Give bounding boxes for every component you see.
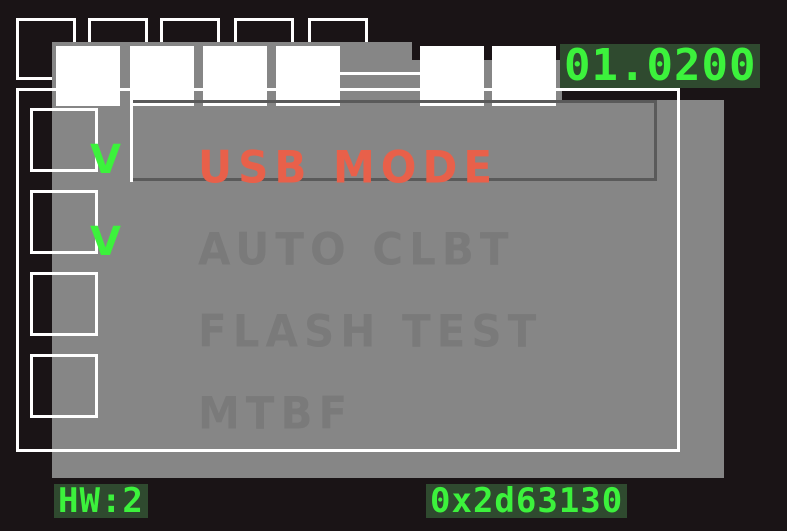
checkbox-auto-clbt[interactable] [30, 190, 98, 254]
check-mark-auto-clbt: V [90, 219, 121, 265]
menu-item-auto-clbt[interactable]: AUTO CLBT [198, 227, 515, 272]
version-readout: 01.0200 [560, 44, 761, 88]
checkbox-usb-mode[interactable] [30, 108, 98, 172]
menu-item-mtbf[interactable]: MTBF [198, 391, 353, 436]
checkbox-flash-test[interactable] [30, 272, 98, 336]
hex-code-readout: 0x2d63130 [426, 484, 628, 518]
hw-readout: HW:2 [54, 484, 148, 518]
selection-frame-left [130, 100, 133, 182]
osd-screen: V V USB MODE AUTO CLBT FLASH TEST MTBF 0… [0, 0, 787, 531]
checkbox-mtbf[interactable] [30, 354, 98, 418]
selection-frame-top [132, 100, 657, 103]
tab-separator-line [340, 72, 420, 75]
menu-item-usb-mode[interactable]: USB MODE [198, 145, 498, 190]
selection-frame-right [654, 100, 657, 180]
menu-item-flash-test[interactable]: FLASH TEST [198, 309, 542, 354]
check-mark-usb-mode: V [90, 137, 121, 183]
